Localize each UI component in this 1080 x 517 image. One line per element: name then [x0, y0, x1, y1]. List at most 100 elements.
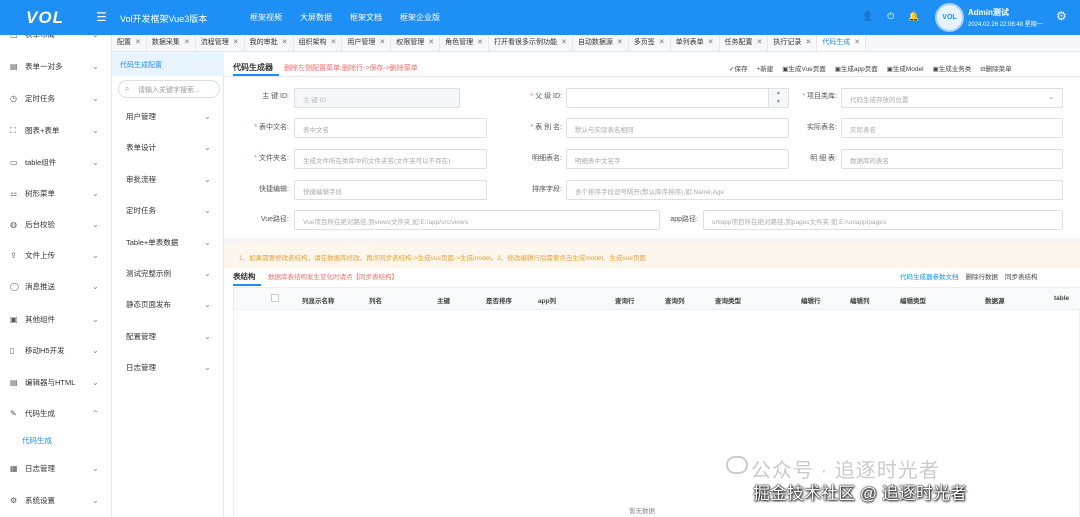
tab-item[interactable]: 自动数据源 ✕	[573, 35, 629, 51]
config-tree-item[interactable]: 用户管理 ⌄	[126, 109, 218, 125]
tab-item[interactable]: 执行记录 ✕	[768, 35, 818, 51]
config-tree-item[interactable]: 表单设计 ⌄	[126, 140, 218, 156]
new-button[interactable]: +新建	[756, 63, 773, 73]
generate-service-button[interactable]: ▣生成业务类	[933, 63, 972, 73]
tab-item[interactable]: 用户管理 ✕	[342, 35, 392, 51]
delete-row-button[interactable]: 删除行数据	[966, 271, 999, 281]
sort-field-input[interactable]: 多个排序字段逗号隔开(默认降序排序),如:Name,Age	[566, 180, 1063, 200]
table-cn-name-input[interactable]: 表中文名	[294, 118, 487, 138]
user-icon[interactable]: 👤	[862, 11, 873, 22]
tab-item[interactable]: 打开看很多示例功能 ✕	[489, 35, 573, 51]
column-header[interactable]: 查询行	[615, 295, 635, 305]
top-nav-bigscreen[interactable]: 大屏数据	[300, 12, 332, 23]
top-nav-docs[interactable]: 框架文档	[350, 12, 382, 23]
sidebar-item[interactable]: ⛶ 图表+表单 ⌄	[0, 122, 111, 140]
table-alias-input[interactable]: 默认与实际表名相同	[566, 118, 789, 138]
close-icon[interactable]: ✕	[379, 39, 385, 46]
sidebar-item[interactable]: ▣ 其他组件 ⌄	[0, 311, 111, 329]
tab-item[interactable]: 角色管理 ✕	[440, 35, 489, 51]
menu-toggle-icon[interactable]: ☰	[96, 10, 107, 24]
column-header[interactable]: 是否排序	[486, 295, 512, 305]
vue-path-input[interactable]: Vue项目所在绝对路径,到views文件夹,如:E:/app/src/views	[294, 210, 660, 230]
close-icon[interactable]: ✕	[477, 39, 483, 46]
folder-name-input[interactable]: 生成文件所在类库中的文件夹名(文件夹可以不存在)	[294, 149, 487, 169]
column-header[interactable]: 列名	[369, 295, 382, 305]
close-icon[interactable]: ✕	[854, 39, 860, 46]
real-table-name-input[interactable]: 实际表名	[841, 118, 1063, 138]
sidebar-item[interactable]: ▭ table组件 ⌄	[0, 154, 111, 172]
close-icon[interactable]: ✕	[659, 39, 665, 46]
tab-item[interactable]: 多页签 ✕	[629, 35, 671, 51]
column-header[interactable]: 编辑列	[850, 295, 870, 305]
quick-edit-input[interactable]: 快捷编辑字段	[294, 180, 487, 200]
config-tree-item[interactable]: 审批流程 ⌄	[126, 172, 218, 188]
close-icon[interactable]: ✕	[233, 39, 239, 46]
logo[interactable]: VOL	[0, 0, 90, 35]
column-header[interactable]: app列	[538, 295, 556, 305]
save-button[interactable]: ✓保存	[729, 63, 747, 73]
column-header[interactable]: 编辑行	[801, 295, 821, 305]
column-header[interactable]: 查询类型	[715, 295, 741, 305]
config-search-input[interactable]: ⌕ 请输入关键字搜索...	[118, 80, 220, 98]
config-tree-item[interactable]: 配置管理 ⌄	[126, 329, 218, 345]
sidebar-item[interactable]: ◷ 定时任务 ⌄	[0, 90, 111, 108]
sidebar-item[interactable]: ⚙ 系统设置 ⌄	[0, 492, 111, 510]
config-tree-item[interactable]: 静态页面发布 ⌄	[126, 297, 218, 313]
generate-model-button[interactable]: ▣生成Model	[887, 63, 924, 73]
sidebar-item[interactable]: ✎ 代码生成 ⌃	[0, 405, 111, 423]
tab-item[interactable]: 我的审批 ✕	[245, 35, 294, 51]
tab-item[interactable]: 流程管理 ✕	[196, 35, 245, 51]
select-all-checkbox[interactable]	[271, 294, 279, 302]
tab-item[interactable]: 权限管理 ✕	[391, 35, 441, 51]
primary-key-input[interactable]: 主 键 ID	[294, 88, 460, 108]
close-icon[interactable]: ✕	[135, 39, 141, 46]
power-icon[interactable]: ⏻	[887, 11, 894, 22]
sidebar-item[interactable]: ◍ 后台校验 ⌄	[0, 216, 111, 234]
app-path-input[interactable]: uniapp项目所在绝对路径,到pages文件夹,如:E:/uniapp/pag…	[703, 210, 1063, 230]
close-icon[interactable]: ✕	[757, 39, 763, 46]
sync-structure-button[interactable]: 同步表结构	[1005, 271, 1038, 281]
column-header[interactable]: 列显示名称	[302, 295, 335, 305]
column-header[interactable]: table	[1054, 295, 1069, 302]
sidebar-item[interactable]: ▤ 编辑器与HTML ⌄	[0, 374, 111, 392]
settings-gear-icon[interactable]: ⚙	[1056, 9, 1067, 23]
config-tree-item[interactable]: 测试完整示例 ⌄	[126, 266, 218, 282]
delete-menu-button[interactable]: ⊟删除菜单	[980, 63, 1011, 73]
column-header[interactable]: 查询列	[665, 295, 685, 305]
detail-cn-name-input[interactable]: 明细表中文名字	[566, 149, 789, 169]
config-tree-item[interactable]: 定时任务 ⌄	[126, 203, 218, 219]
close-icon[interactable]: ✕	[561, 39, 567, 46]
sidebar-item[interactable]: ⚏ 树形菜单 ⌄	[0, 185, 111, 203]
generate-app-button[interactable]: ▣生成app页面	[835, 63, 878, 73]
sidebar-item[interactable]: ▯ 移动H5开发 ⌄	[0, 342, 111, 360]
close-icon[interactable]: ✕	[805, 39, 811, 46]
tab-item[interactable]: 组织架构 ✕	[294, 35, 343, 51]
close-icon[interactable]: ✕	[282, 39, 288, 46]
close-icon[interactable]: ✕	[331, 39, 337, 46]
sidebar-item[interactable]: ▤ 表单一对多 ⌄	[0, 58, 111, 76]
close-icon[interactable]: ✕	[428, 39, 434, 46]
top-nav-enterprise[interactable]: 框架企业版	[400, 12, 440, 23]
close-icon[interactable]: ✕	[184, 39, 190, 46]
tab-item[interactable]: 任务配置 ✕	[720, 35, 769, 51]
sidebar-item[interactable]: ▦ 日志管理 ⌄	[0, 460, 111, 478]
column-header[interactable]: 数据源	[985, 295, 1005, 305]
tab-item[interactable]: 单列表单 ✕	[671, 35, 720, 51]
sidebar-item[interactable]: 代码生成	[0, 432, 111, 450]
project-type-select[interactable]: 代码生成存放的位置 ⌄	[841, 88, 1063, 108]
sidebar-item[interactable]: ⇪ 文件上传 ⌄	[0, 247, 111, 265]
close-icon[interactable]: ✕	[617, 39, 623, 46]
generate-vue-button[interactable]: ▣生成Vue页面	[782, 63, 825, 73]
top-nav-video[interactable]: 框架视频	[250, 12, 282, 23]
sidebar-item[interactable]: ◯ 消息推送 ⌄	[0, 278, 111, 296]
sidebar-item[interactable]: ▢ 表单布局 ⌄	[0, 35, 111, 44]
parent-id-input[interactable]: ▲ ▼	[566, 88, 789, 108]
avatar[interactable]: VOL	[935, 3, 964, 32]
close-icon[interactable]: ✕	[708, 39, 714, 46]
column-header[interactable]: 编辑类型	[900, 295, 926, 305]
tab-item[interactable]: 代码生成 ✕	[817, 35, 867, 51]
column-header[interactable]: 主键	[437, 295, 450, 305]
tab-item[interactable]: 配置 ✕	[112, 35, 147, 51]
tab-item[interactable]: 数据采集 ✕	[147, 35, 196, 51]
param-doc-link[interactable]: 代码生成器参数文档	[900, 271, 959, 281]
